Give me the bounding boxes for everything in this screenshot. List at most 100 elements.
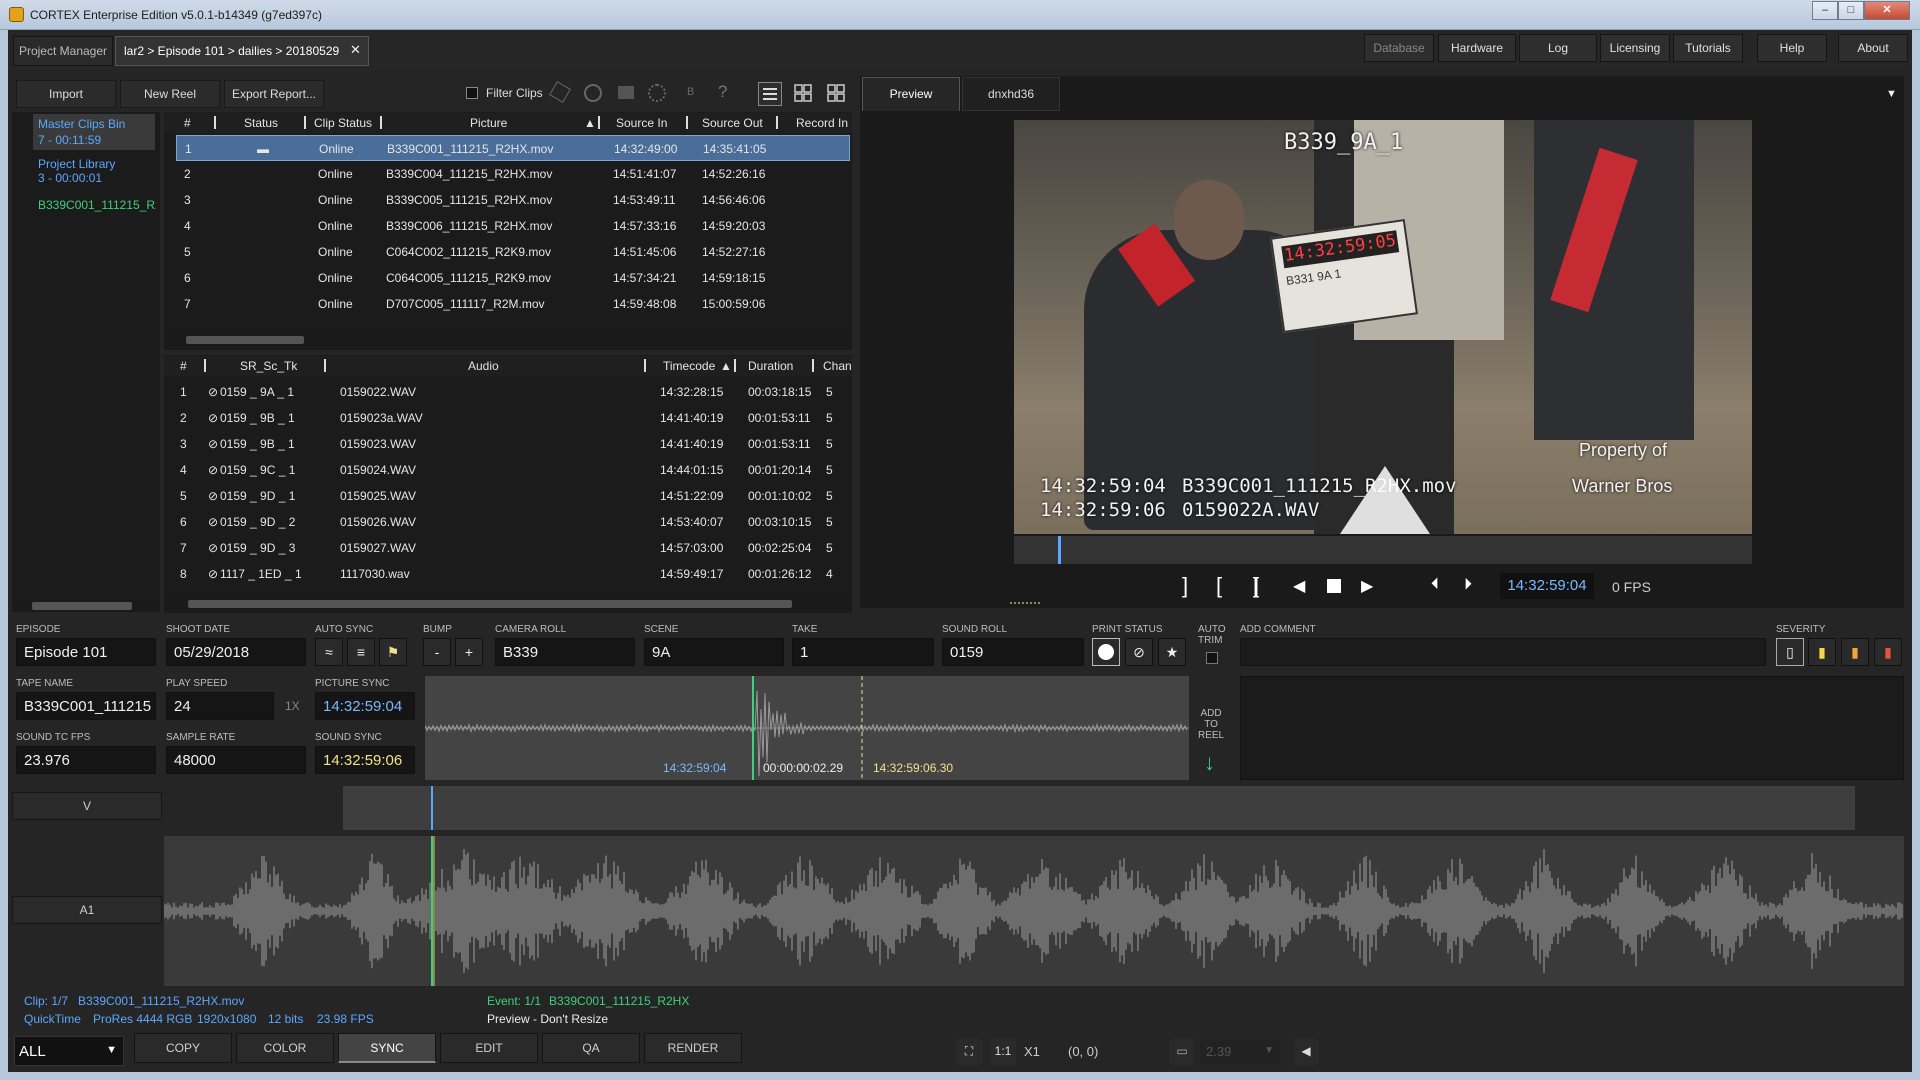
nav-about[interactable]: About <box>1838 34 1908 62</box>
maximize-button[interactable]: □ <box>1838 1 1864 20</box>
episode-field[interactable]: Episode 101 <box>16 638 156 666</box>
panel-splitter[interactable] <box>1010 602 1040 604</box>
print-circle-icon[interactable] <box>1092 638 1120 666</box>
close-tab-icon[interactable]: ✕ <box>350 42 361 58</box>
table-row[interactable]: 1 0159 _ 9A _ 1 0159022.WAV 14:32:28:15 00:0… <box>164 379 852 405</box>
tab-edit[interactable]: EDIT <box>440 1033 538 1063</box>
volume-icon[interactable]: ◀ <box>1294 1039 1318 1065</box>
track-label-video[interactable]: V <box>12 792 162 820</box>
tape-name-field[interactable]: B339C001_111215 <box>16 692 156 720</box>
table-row[interactable]: 3 0159 _ 9B _ 1 0159023.WAV 14:41:40:19 00:0… <box>164 431 852 457</box>
track-playhead[interactable] <box>431 786 433 830</box>
mark-clip-icon[interactable]: ][ <box>1240 573 1266 599</box>
tab-render[interactable]: RENDER <box>644 1033 742 1063</box>
table-row[interactable]: 1 ▬ Online B339C001_111215_R2HX.mov 14:32:49… <box>176 135 850 161</box>
col-header-duration[interactable]: Duration <box>748 359 793 373</box>
tab-copy[interactable]: COPY <box>134 1033 232 1063</box>
list-view-icon[interactable] <box>758 82 782 106</box>
table-row[interactable]: 6 Online C064C005_111215_R2K9.mov 14:57:34:… <box>176 265 850 291</box>
chevron-down-icon[interactable]: ▼ <box>1886 88 1897 100</box>
step-forward-icon[interactable]: ⏵ <box>1464 576 1472 594</box>
nav-tutorials[interactable]: Tutorials <box>1673 34 1743 62</box>
col-header-clip-status[interactable]: Clip Status <box>314 116 372 130</box>
table-row[interactable]: 2 0159 _ 9B _ 1 0159023a.WAV 14:41:40:19 00:… <box>164 405 852 431</box>
slate-icon[interactable] <box>618 86 634 99</box>
table-row[interactable]: 2 Online B339C004_111215_R2HX.mov 14:51:41:… <box>176 161 850 187</box>
col-header-status[interactable]: Status <box>244 116 278 130</box>
track-label-audio[interactable]: A1 <box>12 896 162 924</box>
nav-help[interactable]: Help <box>1757 34 1827 62</box>
table-row[interactable]: 3 Online B339C005_111215_R2HX.mov 14:53:49:… <box>176 187 850 213</box>
nav-database[interactable]: Database <box>1364 34 1434 62</box>
col-header-picture[interactable]: Picture <box>470 116 507 130</box>
audio-table-scrollbar[interactable] <box>164 598 852 610</box>
sync-waveform[interactable]: 14:32:59:04 00:00:00:02.29 14:32:59:06.3… <box>424 676 1189 780</box>
sound-sync-field[interactable]: 14:32:59:06 <box>315 746 415 774</box>
ratio-button[interactable]: 1:1 <box>990 1039 1016 1065</box>
print-star-icon[interactable]: ★ <box>1158 638 1186 666</box>
table-row[interactable]: 5 0159 _ 9D _ 1 0159025.WAV 14:51:22:09 00:0… <box>164 483 852 509</box>
step-back-icon[interactable]: ⏴ <box>1431 576 1439 594</box>
sound-roll-field[interactable]: 0159 <box>942 638 1084 666</box>
col-header-source-out[interactable]: Source Out <box>702 116 763 130</box>
severity-low-icon[interactable]: ▮ <box>1808 638 1836 666</box>
sort-asc-icon[interactable]: ▲ <box>584 116 596 130</box>
mark-out-icon[interactable]: ] <box>1172 573 1198 599</box>
comment-area[interactable] <box>1240 676 1904 780</box>
fullscreen-icon[interactable]: ⛶ <box>956 1039 982 1065</box>
audio-track[interactable] <box>163 836 1904 986</box>
play-reverse-icon[interactable]: ◀ <box>1293 576 1305 596</box>
bump-plus-button[interactable]: + <box>455 638 483 666</box>
bins-scrollbar[interactable] <box>12 600 160 612</box>
bin-master-clips[interactable]: Master Clips Bin 7 - 00:11:59 <box>33 114 155 150</box>
col-header-number[interactable]: # <box>184 116 191 130</box>
table-row[interactable]: 8 1117 _ 1ED _ 1 1117030.wav 14:59:49:17 00:… <box>164 561 852 587</box>
filter-select[interactable]: ALL ▼ <box>14 1036 124 1066</box>
picture-table-scrollbar[interactable] <box>164 334 852 346</box>
minimize-button[interactable]: – <box>1812 1 1838 20</box>
play-speed-field[interactable]: 24 <box>166 692 274 720</box>
play-overlay-icon[interactable] <box>1340 466 1430 534</box>
import-button[interactable]: Import <box>16 80 116 108</box>
severity-high-icon[interactable]: ▮ <box>1874 638 1902 666</box>
tab-sync[interactable]: SYNC <box>338 1033 436 1063</box>
auto-sync-lines-icon[interactable]: ≡ <box>347 638 375 666</box>
preview-timecode[interactable]: 14:32:59:04 <box>1500 573 1594 599</box>
col-header-number[interactable]: # <box>180 359 187 373</box>
table-row[interactable]: 6 0159 _ 9D _ 2 0159026.WAV 14:53:40:07 00:0… <box>164 509 852 535</box>
video-frame[interactable]: 14:32:59:05 B331 9A 1 B339_9A_1 14:32:59… <box>1014 120 1752 534</box>
tab-breadcrumb[interactable]: lar2 > Episode 101 > dailies > 20180529 <box>115 36 369 66</box>
export-report-button[interactable]: Export Report... <box>224 80 324 108</box>
severity-medium-icon[interactable]: ▮ <box>1841 638 1869 666</box>
comment-input[interactable] <box>1240 638 1766 666</box>
sound-tc-fps-field[interactable]: 23.976 <box>16 746 156 774</box>
col-header-source-in[interactable]: Source In <box>616 116 667 130</box>
auto-sync-waveform-icon[interactable]: ≈ <box>315 638 343 666</box>
bin-project-library[interactable]: Project Library 3 - 00:00:01 <box>38 157 115 185</box>
table-row[interactable]: 4 Online B339C006_111215_R2HX.mov 14:57:33:… <box>176 213 850 239</box>
auto-sync-slate-icon[interactable]: ⚑ <box>379 638 407 666</box>
nav-licensing[interactable]: Licensing <box>1600 34 1670 62</box>
bump-minus-button[interactable]: - <box>423 638 451 666</box>
tab-dnxhd36[interactable]: dnxhd36 <box>962 77 1060 111</box>
close-window-button[interactable]: ✕ <box>1864 1 1910 20</box>
b-icon[interactable]: B <box>687 86 694 98</box>
help-icon[interactable]: ? <box>718 82 727 102</box>
color-wheel-icon[interactable] <box>584 84 602 102</box>
picture-sync-field[interactable]: 14:32:59:04 <box>315 692 415 720</box>
thumbnail-view-icon[interactable] <box>825 82 849 106</box>
nav-hardware[interactable]: Hardware <box>1438 34 1516 62</box>
print-no-icon[interactable]: ⊘ <box>1125 638 1153 666</box>
video-track[interactable] <box>343 786 1855 830</box>
add-to-reel-arrow-icon[interactable]: ↓ <box>1204 750 1215 776</box>
aspect-icon[interactable]: ▭ <box>1170 1039 1194 1065</box>
take-field[interactable]: 1 <box>792 638 934 666</box>
tab-qa[interactable]: QA <box>542 1033 640 1063</box>
table-row[interactable]: 7 Online D707C005_111117_R2M.mov 14:59:48:0… <box>176 291 850 317</box>
nav-log[interactable]: Log <box>1519 34 1597 62</box>
camera-roll-field[interactable]: B339 <box>495 638 635 666</box>
table-row[interactable]: 7 0159 _ 9D _ 3 0159027.WAV 14:57:03:00 00:0… <box>164 535 852 561</box>
bin-clip[interactable]: B339C001_111215_R2HX <box>38 198 156 212</box>
sample-rate-field[interactable]: 48000 <box>166 746 306 774</box>
col-header-chan[interactable]: Chan <box>823 359 852 373</box>
